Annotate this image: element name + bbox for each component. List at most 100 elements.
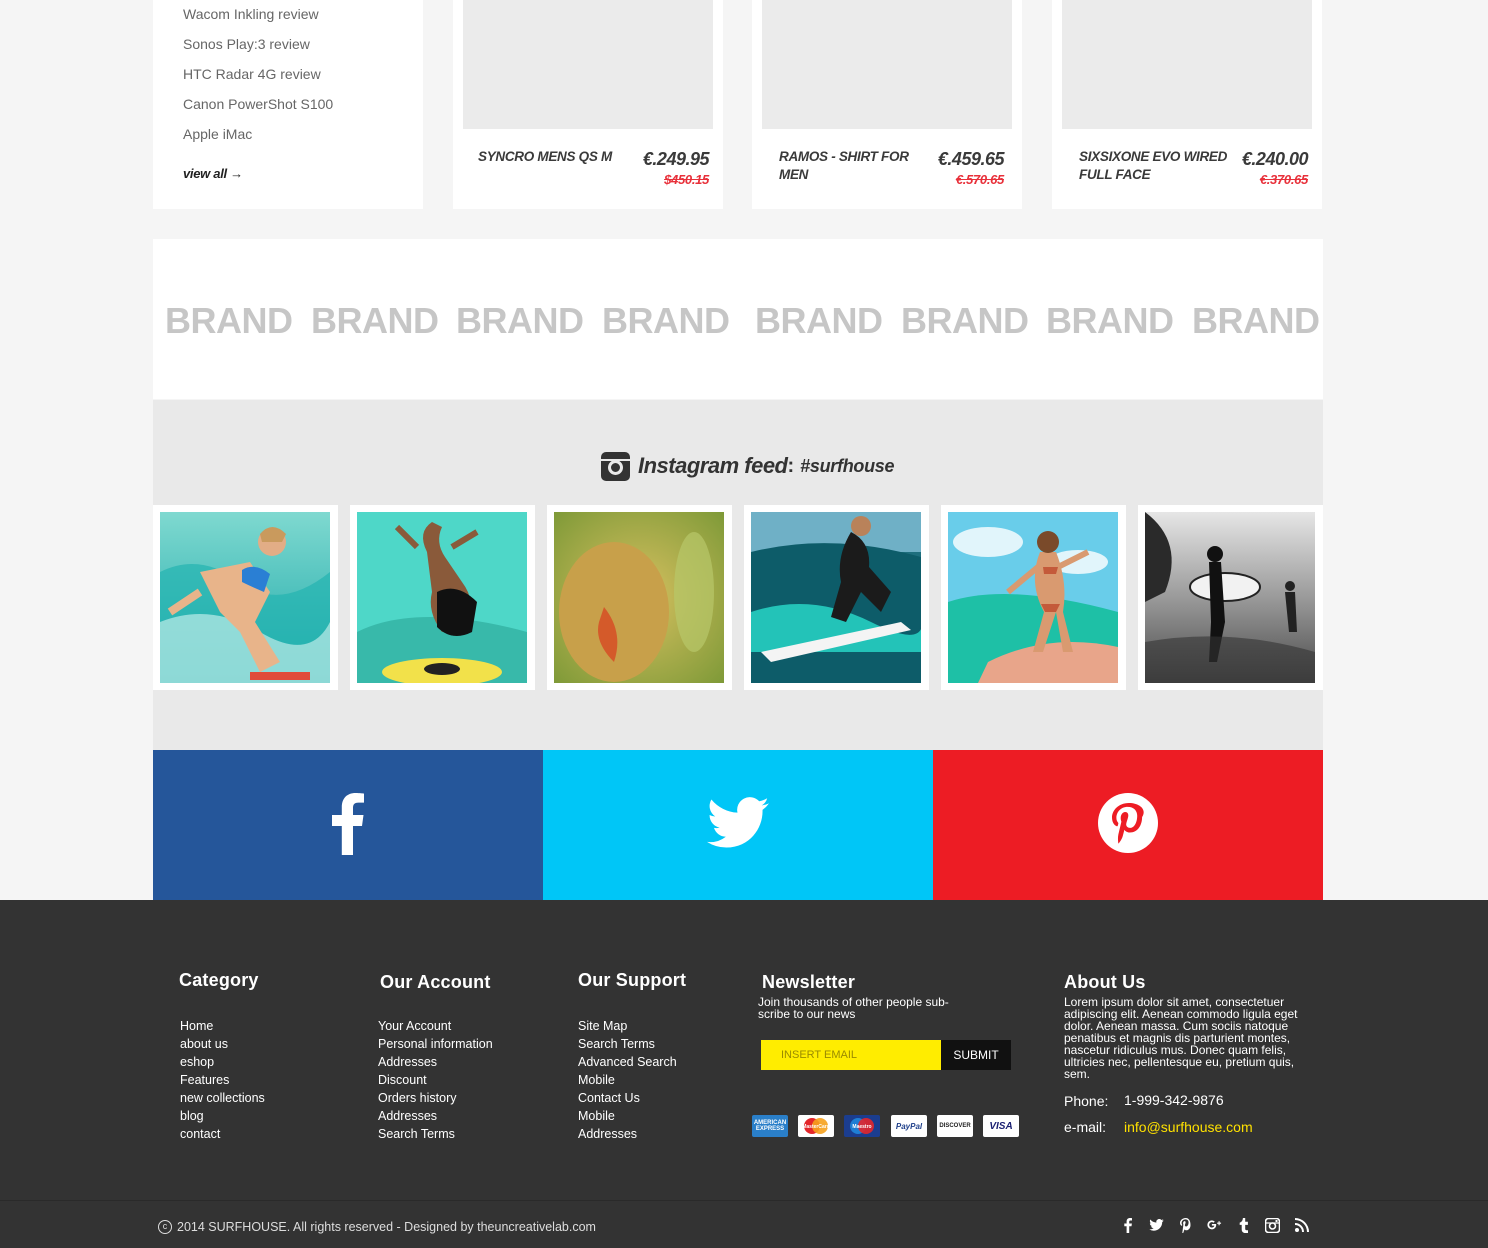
pinterest-button[interactable] xyxy=(933,750,1323,900)
view-all-link[interactable]: view all → xyxy=(183,166,243,181)
rss-icon[interactable] xyxy=(1294,1217,1309,1233)
brand-logo[interactable]: BRAND xyxy=(311,301,439,341)
footer-link[interactable]: Advanced Search xyxy=(578,1053,686,1071)
footer-link[interactable]: new collections xyxy=(179,1089,265,1107)
svg-text:Maestro: Maestro xyxy=(852,1124,871,1130)
instagram-photo[interactable] xyxy=(744,505,929,690)
footer: Category Home about us eshop Features ne… xyxy=(0,900,1488,1200)
instagram-photo[interactable] xyxy=(350,505,535,690)
footer-link[interactable]: Search Terms xyxy=(578,1035,686,1053)
copyright-text: 2014 SURFHOUSE. All rights reserved - De… xyxy=(177,1220,596,1234)
email-value[interactable]: info@surfhouse.com xyxy=(1124,1119,1253,1135)
footer-link[interactable]: Discount xyxy=(378,1071,493,1089)
mastercard-icon: MasterCard xyxy=(798,1115,834,1137)
photo-surfer-shorts[interactable] xyxy=(357,512,527,683)
google-plus-icon[interactable] xyxy=(1207,1217,1222,1233)
product-price: €.459.65 xyxy=(937,149,1005,169)
phone-row: Phone: 1-999-342-9876 xyxy=(1064,1092,1224,1109)
amex-icon: AMERICAN EXPRESS xyxy=(752,1115,788,1137)
footer-link[interactable]: Personal information xyxy=(378,1035,493,1053)
pinterest-icon[interactable] xyxy=(1178,1217,1193,1233)
instagram-label: Instagram feed xyxy=(638,453,788,478)
product-card[interactable]: SIXSIXONE EVO WIRED FULL FACE €.240.00 €… xyxy=(1052,0,1322,209)
reviews-card: Wacom Inkling review Sonos Play:3 review… xyxy=(153,0,423,209)
instagram-title: Instagram feed : #surfhouse xyxy=(601,450,895,482)
footer-link[interactable]: Your Account xyxy=(378,1017,493,1035)
pinterest-icon xyxy=(1096,791,1160,860)
newsletter-submit-button[interactable]: SUBMIT xyxy=(941,1040,1011,1070)
footer-link[interactable]: eshop xyxy=(179,1053,265,1071)
maestro-icon: Maestro xyxy=(844,1115,880,1137)
brand-logo[interactable]: BRAND xyxy=(901,301,1029,341)
product-card[interactable]: RAMOS - SHIRT FOR MEN €.459.65 €.570.65 xyxy=(752,0,1022,209)
footer-link[interactable]: Addresses xyxy=(578,1125,686,1143)
about-text: Lorem ipsum dolor sit amet, consectetuer… xyxy=(1064,995,1298,1081)
product-image[interactable] xyxy=(463,0,713,129)
photo-surfer-bikini-board[interactable] xyxy=(948,512,1118,683)
photo-beach-bw[interactable] xyxy=(1145,512,1315,683)
brands-strip: BRAND BRAND BRAND BRAND BRAND BRAND BRAN… xyxy=(153,239,1323,399)
footer-link[interactable]: Contact Us xyxy=(578,1089,686,1107)
discover-icon: DISCOVER xyxy=(937,1115,973,1137)
photo-surfer-wave[interactable] xyxy=(751,512,921,683)
review-link[interactable]: Sonos Play:3 review xyxy=(183,34,333,64)
instagram-photo[interactable] xyxy=(941,505,1126,690)
footer-link[interactable]: about us xyxy=(179,1035,265,1053)
instagram-hashtag[interactable]: #surfhouse xyxy=(800,456,894,477)
product-name[interactable]: SYNCRO MENS QS M xyxy=(478,148,618,166)
product-image[interactable] xyxy=(762,0,1012,129)
footer-link[interactable]: Site Map xyxy=(578,1017,686,1035)
tumblr-icon[interactable] xyxy=(1236,1217,1251,1233)
footer-newsletter-title: Newsletter xyxy=(762,972,856,992)
footer-account-title: Our Account xyxy=(380,972,491,992)
footer-category-title: Category xyxy=(179,970,259,990)
brand-logo[interactable]: BRAND xyxy=(165,301,293,341)
brand-logo[interactable]: BRAND xyxy=(602,301,730,341)
product-card[interactable]: SYNCRO MENS QS M €.249.95 $450.15 xyxy=(453,0,723,209)
product-image[interactable] xyxy=(1062,0,1312,129)
brand-logo[interactable]: BRAND xyxy=(1046,301,1174,341)
footer-link[interactable]: Mobile xyxy=(578,1107,686,1125)
email-row: e-mail: info@surfhouse.com xyxy=(1064,1119,1253,1135)
facebook-icon[interactable] xyxy=(1120,1217,1135,1233)
brand-logo[interactable]: BRAND xyxy=(755,301,883,341)
instagram-photo[interactable] xyxy=(1138,505,1323,690)
footer-support-title: Our Support xyxy=(578,970,687,990)
footer-link[interactable]: Features xyxy=(179,1071,265,1089)
twitter-button[interactable] xyxy=(543,750,933,900)
product-old-price: €.370.65 xyxy=(1259,172,1309,187)
footer-link[interactable]: contact xyxy=(179,1125,265,1143)
twitter-icon[interactable] xyxy=(1149,1217,1164,1233)
review-link[interactable]: HTC Radar 4G review xyxy=(183,64,333,94)
instagram-icon[interactable] xyxy=(1265,1217,1280,1233)
product-name[interactable]: SIXSIXONE EVO WIRED FULL FACE xyxy=(1079,148,1229,184)
footer-link[interactable]: Search Terms xyxy=(378,1125,493,1143)
footer-about-title: About Us xyxy=(1064,972,1146,992)
product-name[interactable]: RAMOS - SHIRT FOR MEN xyxy=(779,148,914,184)
brand-logo[interactable]: BRAND xyxy=(1192,301,1320,341)
phone-value[interactable]: 1-999-342-9876 xyxy=(1124,1092,1224,1108)
newsletter-email-input[interactable] xyxy=(761,1040,941,1070)
photo-surfer-closeup[interactable] xyxy=(554,512,724,683)
footer-link[interactable]: Addresses xyxy=(378,1107,493,1125)
newsletter-text: Join thousands of other people sub- scri… xyxy=(758,995,949,1021)
copyright: c 2014 SURFHOUSE. All rights reserved - … xyxy=(158,1220,596,1234)
instagram-photo[interactable] xyxy=(153,505,338,690)
review-link[interactable]: Canon PowerShot S100 xyxy=(183,94,333,124)
review-link[interactable]: Wacom Inkling review xyxy=(183,4,333,34)
review-link[interactable]: Apple iMac xyxy=(183,124,333,154)
copyright-icon: c xyxy=(158,1220,172,1234)
instagram-photo[interactable] xyxy=(547,505,732,690)
footer-category: Category Home about us eshop Features ne… xyxy=(179,970,265,1143)
footer-link[interactable]: Mobile xyxy=(578,1071,686,1089)
facebook-button[interactable] xyxy=(153,750,543,900)
footer-link[interactable]: Home xyxy=(179,1017,265,1035)
footer-link[interactable]: blog xyxy=(179,1107,265,1125)
photo-surfer-blue-bikini[interactable] xyxy=(160,512,330,683)
footer-link[interactable]: Orders history xyxy=(378,1089,493,1107)
email-label: e-mail: xyxy=(1064,1119,1107,1135)
bottom-bar: c 2014 SURFHOUSE. All rights reserved - … xyxy=(0,1200,1488,1248)
brand-logo[interactable]: BRAND xyxy=(456,301,584,341)
paypal-icon: PayPal xyxy=(891,1115,927,1137)
footer-link[interactable]: Addresses xyxy=(378,1053,493,1071)
